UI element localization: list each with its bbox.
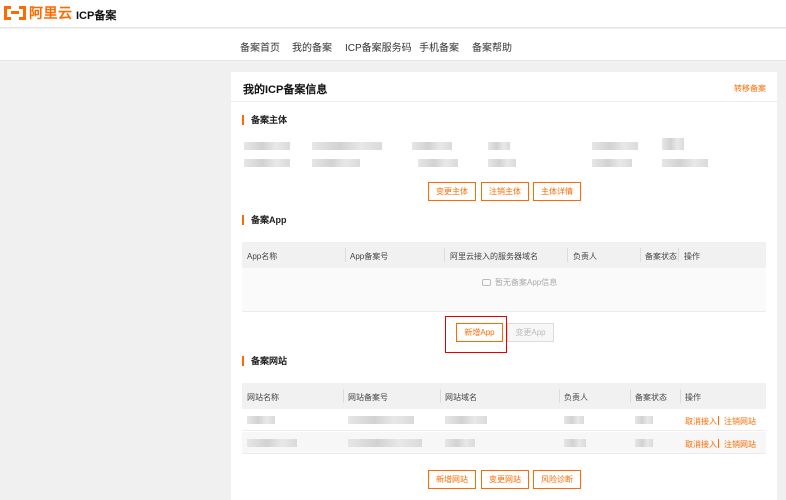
transfer-filing-link[interactable]: 转移备案 xyxy=(734,83,766,94)
website-table-row: 取消接入 注销网站 xyxy=(242,409,766,431)
column-header: 网站名称 xyxy=(247,393,279,402)
cancel-access-link[interactable]: 取消接入 xyxy=(685,416,717,427)
redacted-field xyxy=(244,159,290,167)
column-header: 备案状态 xyxy=(635,393,667,402)
nav-item-help[interactable]: 备案帮助 xyxy=(472,39,512,54)
section-title-entity: 备案主体 xyxy=(242,115,287,125)
website-table-header: 网站名称 网站备案号 网站域名 负责人 备案状态 操作 xyxy=(242,383,766,409)
app-title: ICP备案 xyxy=(76,10,117,22)
nav-item-mobile-filing[interactable]: 手机备案 xyxy=(419,39,459,54)
app-table-body: 暂无备案App信息 xyxy=(242,268,766,312)
app-table-header: App名称 App备案号 阿里云接入的服务器域名 负责人 备案状态 操作 xyxy=(242,242,766,268)
highlight-box xyxy=(445,316,507,353)
section-title-app: 备案App xyxy=(242,215,287,225)
column-header: 网站域名 xyxy=(445,393,477,402)
filing-info-card: 我的ICP备案信息 转移备案 备案主体 变更主体 注销主体 主体详情 备案App… xyxy=(231,72,777,500)
section-title-website: 备案网站 xyxy=(242,356,287,366)
risk-diagnosis-button[interactable]: 风险诊断 xyxy=(533,470,581,489)
column-header: App备案号 xyxy=(350,252,389,261)
redacted-field xyxy=(247,439,297,447)
redacted-field xyxy=(564,416,584,424)
empty-state-text: 暂无备案App信息 xyxy=(495,278,558,287)
redacted-field xyxy=(635,416,653,424)
redacted-field xyxy=(662,159,708,167)
logo-text: 阿里云 xyxy=(29,5,73,21)
entity-details-button[interactable]: 主体详情 xyxy=(533,182,581,201)
aliyun-logo[interactable]: 阿里云 xyxy=(4,4,73,22)
cancel-access-link[interactable]: 取消接入 xyxy=(685,439,717,450)
redacted-field xyxy=(635,439,653,447)
card-header: 我的ICP备案信息 转移备案 xyxy=(231,72,777,102)
column-header: 负责人 xyxy=(564,393,588,402)
column-header: 阿里云接入的服务器域名 xyxy=(450,252,538,261)
main-nav: 备案首页 我的备案 ICP备案服务码 手机备案 备案帮助 xyxy=(0,29,786,61)
column-header: App名称 xyxy=(247,252,278,261)
redacted-field xyxy=(348,439,422,447)
column-header: 操作 xyxy=(684,252,700,261)
redacted-field xyxy=(592,142,638,150)
add-website-button[interactable]: 新增网站 xyxy=(428,470,476,489)
aliyun-logo-icon xyxy=(4,5,26,21)
redacted-field xyxy=(244,142,290,150)
redacted-field xyxy=(592,159,632,167)
column-header: 网站备案号 xyxy=(348,393,388,402)
empty-state: 暂无备案App信息 xyxy=(482,277,557,288)
redacted-field xyxy=(312,142,382,150)
change-entity-button[interactable]: 变更主体 xyxy=(428,182,476,201)
empty-box-icon xyxy=(482,279,491,286)
cancel-website-link[interactable]: 注销网站 xyxy=(724,439,756,450)
column-header: 负责人 xyxy=(573,252,597,261)
column-header: 备案状态 xyxy=(645,252,677,261)
column-header: 操作 xyxy=(685,393,701,402)
redacted-field xyxy=(488,142,510,150)
redacted-field xyxy=(662,138,684,150)
nav-item-service-code[interactable]: ICP备案服务码 xyxy=(345,39,412,54)
redacted-field xyxy=(247,416,275,424)
nav-item-my-filing[interactable]: 我的备案 xyxy=(292,39,332,54)
change-app-button: 变更App xyxy=(507,323,554,342)
cancel-website-link[interactable]: 注销网站 xyxy=(724,416,756,427)
top-bar: 阿里云 ICP备案 xyxy=(0,0,786,28)
redacted-field xyxy=(418,159,458,167)
redacted-field xyxy=(445,439,475,447)
website-table-row: 取消接入 注销网站 xyxy=(242,432,766,454)
page-title: 我的ICP备案信息 xyxy=(243,84,328,96)
redacted-field xyxy=(564,439,586,447)
redacted-field xyxy=(488,159,516,167)
redacted-field xyxy=(412,142,452,150)
redacted-field xyxy=(312,159,360,167)
redacted-field xyxy=(348,416,414,424)
redacted-field xyxy=(445,416,487,424)
change-website-button[interactable]: 变更网站 xyxy=(481,470,529,489)
nav-item-home[interactable]: 备案首页 xyxy=(240,39,280,54)
cancel-entity-button[interactable]: 注销主体 xyxy=(481,182,529,201)
